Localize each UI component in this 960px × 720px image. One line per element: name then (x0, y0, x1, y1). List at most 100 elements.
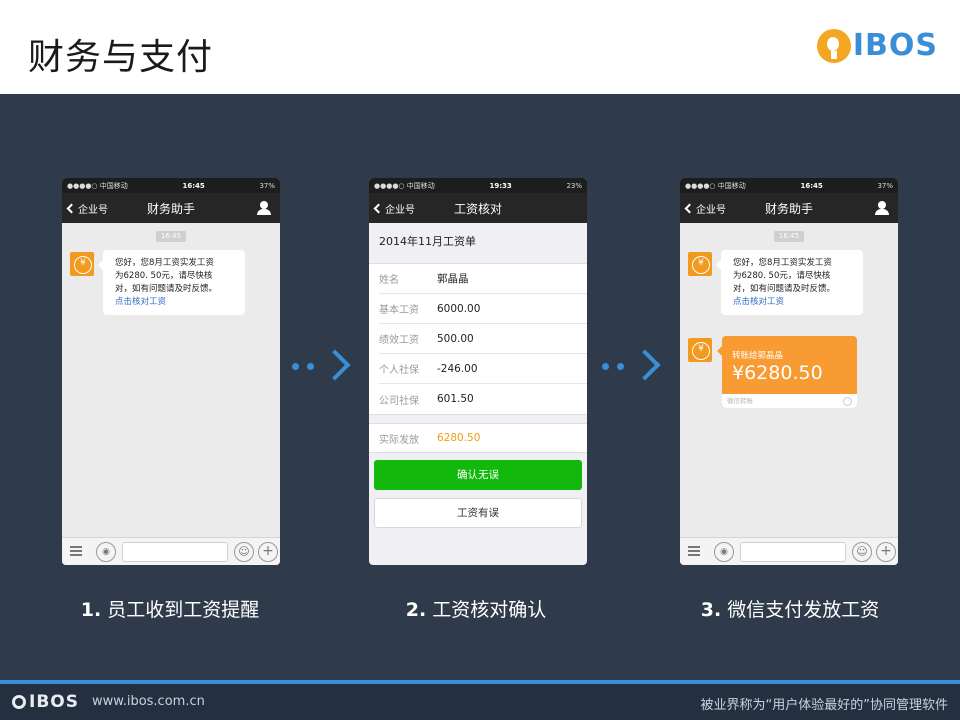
logo-text: IBOS (852, 28, 938, 63)
nav-bar: 企业号 财务助手 (680, 193, 898, 223)
voice-icon[interactable]: ◉ (96, 542, 116, 562)
step-label-2: 2. 工资核对确认 (326, 595, 626, 622)
salary-key: 姓名 (379, 275, 399, 286)
step-number: 1. (80, 599, 102, 621)
footer-url[interactable]: www.ibos.com.cn (92, 694, 205, 709)
message-line: 对，如有问题请及时反馈。 (115, 284, 218, 294)
back-label: 企业号 (696, 204, 726, 216)
status-bar: ●●●●○ 中国移动 19:33 23% (369, 178, 587, 193)
nav-bar: 企业号 工资核对 (369, 193, 587, 223)
message-row: 您好，您8月工资实发工资 为6280. 50元，请尽快核 对，如有问题请及时反馈… (680, 250, 898, 324)
plus-icon[interactable]: + (258, 542, 278, 562)
message-bubble: 您好，您8月工资实发工资 为6280. 50元，请尽快核 对，如有问题请及时反馈… (98, 250, 245, 315)
carrier-label: ●●●●○ 中国移动 (685, 181, 746, 190)
back-button[interactable]: 企业号 (684, 193, 726, 223)
emoji-icon[interactable]: ☺ (852, 542, 872, 562)
menu-list-icon[interactable] (67, 542, 85, 560)
status-time: 19:33 (489, 181, 512, 190)
salary-key: 基本工资 (379, 305, 419, 316)
flow-arrow-icon (602, 348, 664, 384)
status-time: 16:45 (800, 181, 823, 190)
message-row: 您好，您8月工资实发工资 为6280. 50元，请尽快核 对，如有问题请及时反馈… (62, 250, 280, 324)
transfer-amount: ¥6280.50 (732, 362, 823, 384)
message-line: 为6280. 50元，请尽快核 (733, 271, 831, 281)
salary-row: 姓名 郭晶晶 (379, 264, 587, 294)
chat-timestamp: 16:45 (774, 231, 804, 242)
user-icon[interactable] (257, 201, 271, 215)
back-button[interactable]: 企业号 (66, 193, 108, 223)
step-text: 员工收到工资提醒 (107, 599, 260, 621)
status-bar: ●●●●○ 中国移动 16:45 37% (62, 178, 280, 193)
message-line: 对，如有问题请及时反馈。 (733, 284, 836, 294)
salary-sheet-title: 2014年11月工资单 (369, 223, 587, 263)
salary-key: 公司社保 (379, 395, 419, 407)
report-error-button[interactable]: 工资有误 (374, 498, 582, 528)
message-input[interactable] (122, 542, 228, 562)
check-salary-link[interactable]: 点击核对工资 (115, 296, 237, 309)
back-label: 企业号 (385, 204, 415, 216)
salary-row: 个人社保 -246.00 (379, 354, 587, 384)
yuan-avatar-icon (688, 252, 712, 276)
salary-value: 郭晶晶 (437, 273, 469, 285)
phone-salary-check: ●●●●○ 中国移动 19:33 23% 企业号 工资核对 2014年11月工资… (369, 178, 587, 565)
voice-icon[interactable]: ◉ (714, 542, 734, 562)
actual-pay-row: 实际发放 6280.50 (369, 423, 587, 453)
page-title: 财务与支付 (28, 37, 214, 78)
salary-row: 绩效工资 500.00 (379, 324, 587, 354)
salary-value: -246.00 (437, 362, 478, 375)
carrier-label: ●●●●○ 中国移动 (374, 181, 435, 190)
footer: IBOS www.ibos.com.cn 被业界称为“用户体验最好的”协同管理软… (0, 684, 960, 720)
back-button[interactable]: 企业号 (373, 193, 415, 223)
confirm-button[interactable]: 确认无误 (374, 460, 582, 490)
salary-list: 姓名 郭晶晶 基本工资 6000.00 绩效工资 500.00 个人社保 -24… (369, 263, 587, 415)
carrier-label: ●●●●○ 中国移动 (67, 181, 128, 190)
phone-wechat-pay: ●●●●○ 中国移动 16:45 37% 企业号 财务助手 16:45 您好，您… (680, 178, 898, 565)
check-salary-link[interactable]: 点击核对工资 (733, 296, 855, 309)
salary-key: 绩效工资 (379, 335, 419, 346)
plus-icon[interactable]: + (876, 542, 896, 562)
salary-row: 公司社保 601.50 (379, 384, 587, 414)
ibos-logo: IBOS (816, 28, 938, 63)
slide-header: 财务与支付 IBOS (0, 0, 960, 94)
input-bar: ◉ ☺ + (62, 537, 280, 565)
flow-arrow-icon (292, 348, 354, 384)
back-label: 企业号 (78, 204, 108, 216)
step-label-1: 1. 员工收到工资提醒 (20, 595, 320, 622)
emoji-icon[interactable]: ☺ (234, 542, 254, 562)
message-input[interactable] (740, 542, 846, 562)
step-number: 3. (700, 599, 722, 621)
battery-label: 23% (566, 181, 582, 190)
footer-logo: IBOS (12, 692, 79, 712)
menu-list-icon[interactable] (685, 542, 703, 560)
step-text: 工资核对确认 (432, 599, 547, 621)
nav-bar: 企业号 财务助手 (62, 193, 280, 223)
salary-row: 基本工资 6000.00 (379, 294, 587, 324)
message-line: 为6280. 50元，请尽快核 (115, 271, 213, 281)
yuan-avatar-icon (688, 338, 712, 362)
battery-label: 37% (877, 181, 893, 190)
step-number: 2. (405, 599, 427, 621)
salary-key: 实际发放 (379, 434, 419, 446)
phone-salary-notice: ●●●●○ 中国移动 16:45 37% 企业号 财务助手 16:45 您好，您… (62, 178, 280, 565)
salary-value: 500.00 (437, 332, 474, 345)
bulb-icon (816, 28, 851, 63)
footer-slogan: 被业界称为“用户体验最好的”协同管理软件 (700, 698, 948, 713)
message-bubble: 您好，您8月工资实发工资 为6280. 50元，请尽快核 对，如有问题请及时反馈… (716, 250, 863, 315)
chevron-left-icon (373, 203, 384, 213)
step-label-3: 3. 微信支付发放工资 (640, 595, 940, 622)
input-bar: ◉ ☺ + (680, 537, 898, 565)
battery-label: 37% (259, 181, 275, 190)
salary-key: 个人社保 (379, 365, 419, 376)
status-bar: ●●●●○ 中国移动 16:45 37% (680, 178, 898, 193)
step-text: 微信支付发放工资 (727, 599, 880, 621)
message-line: 您好，您8月工资实发工资 (115, 258, 214, 268)
user-icon[interactable] (875, 201, 889, 215)
transfer-recipient: 转账给郭晶晶 (732, 351, 784, 361)
chevron-left-icon (684, 203, 695, 213)
chat-timestamp: 16:45 (156, 231, 186, 242)
transfer-card[interactable]: 转账给郭晶晶 ¥6280.50 微信转账 (717, 336, 857, 408)
actual-pay-value: 6280.50 (437, 432, 481, 444)
salary-value: 6000.00 (437, 302, 481, 315)
chevron-left-icon (66, 203, 77, 213)
yuan-avatar-icon (70, 252, 94, 276)
